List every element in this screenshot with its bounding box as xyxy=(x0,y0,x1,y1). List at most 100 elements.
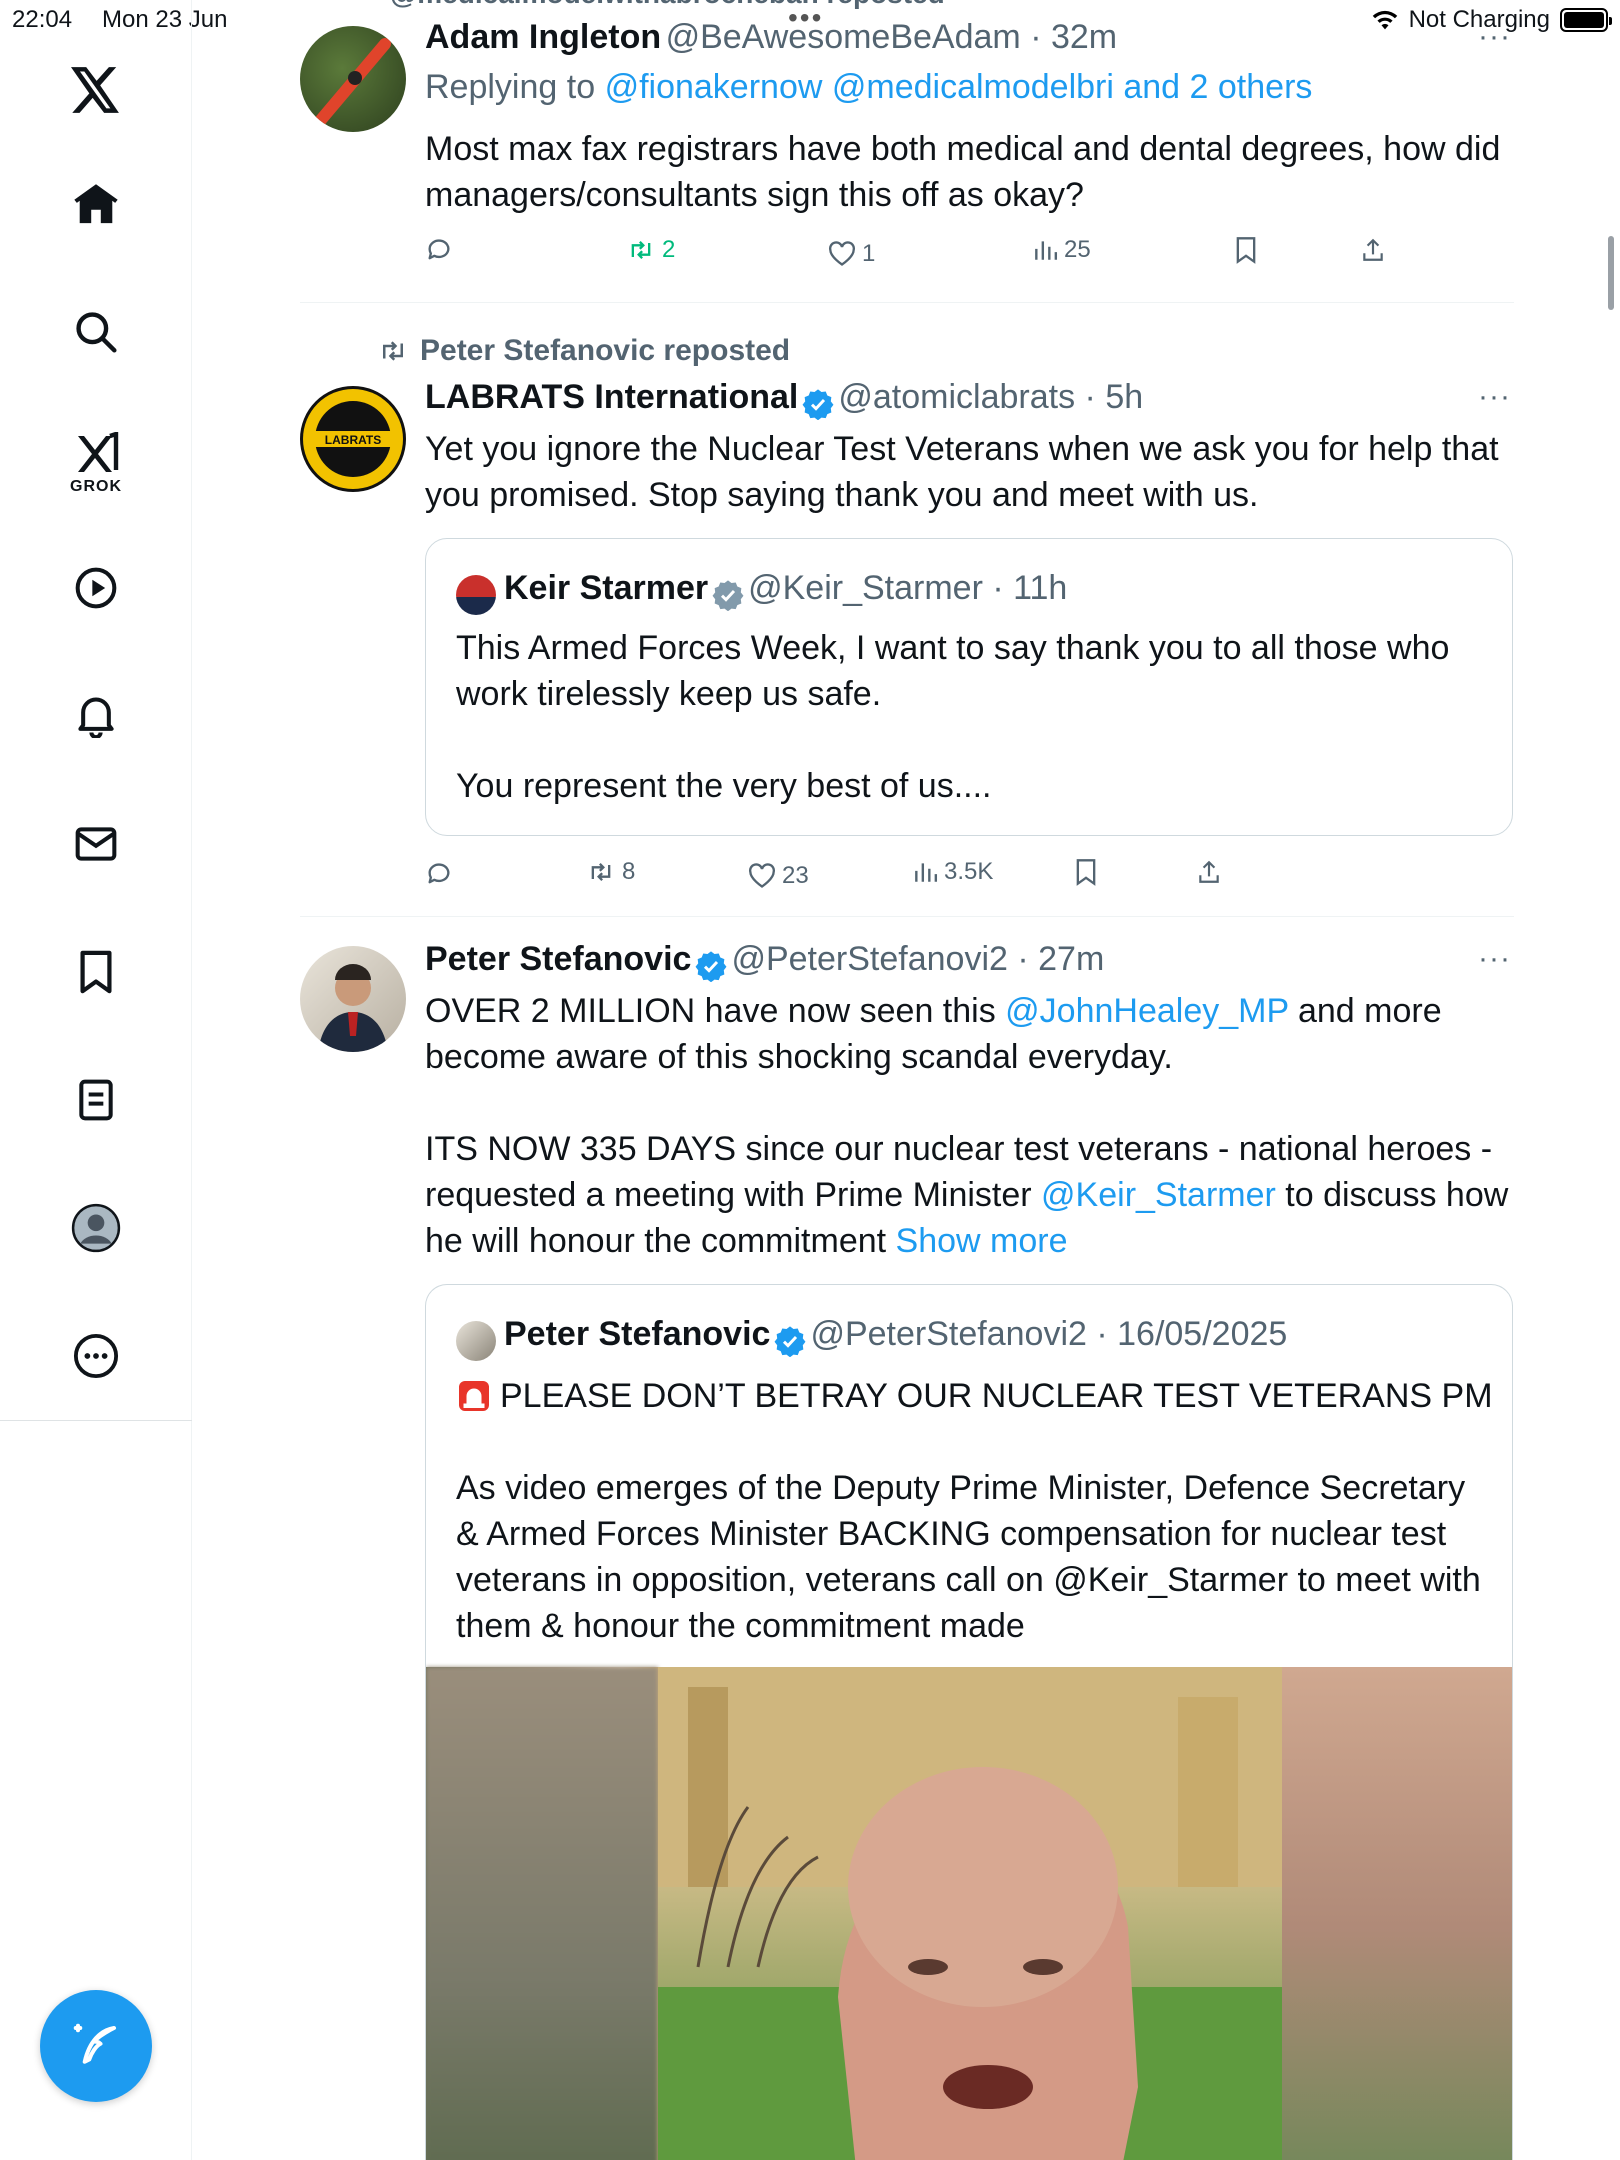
repost-label[interactable]: Peter Stefanovic reposted xyxy=(420,334,790,368)
show-more-link[interactable]: Show more xyxy=(896,1222,1068,1260)
compose-post-button[interactable] xyxy=(40,1990,152,2102)
view-count: 25 xyxy=(1064,236,1091,263)
video-frame xyxy=(658,1667,1282,2160)
tweet-header: Adam Ingleton @BeAwesomeBeAdam · 32m xyxy=(425,18,1117,57)
compose-feather-icon xyxy=(73,2023,117,2064)
quoted-tweet[interactable]: Keir Starmer @Keir_Starmer · 11h This Arm… xyxy=(425,538,1513,836)
mention-link[interactable]: @Keir_Starmer xyxy=(1041,1176,1276,1214)
avatar[interactable] xyxy=(300,946,406,1052)
text-segment: and more xyxy=(1288,992,1442,1030)
video-blur-right xyxy=(1282,1667,1512,2160)
tweet-header: Peter Stefanovic @PeterStefanovi2 · 27m xyxy=(425,940,1104,982)
tweet-text-line: he will honour the commitment Show more xyxy=(425,1218,1068,1264)
video-play-icon[interactable] xyxy=(66,558,126,618)
avatar-text: LABRATS xyxy=(325,433,381,447)
display-name[interactable]: Adam Ingleton xyxy=(425,18,661,56)
retweet-button[interactable]: 8 xyxy=(586,858,635,886)
notifications-bell-icon[interactable] xyxy=(66,686,126,746)
tweet-text-line: managers/consultants sign this off as ok… xyxy=(425,176,1084,214)
share-button[interactable] xyxy=(1196,858,1222,886)
display-name[interactable]: Peter Stefanovic xyxy=(425,940,691,978)
post-time[interactable]: 5h xyxy=(1105,378,1143,416)
like-count: 1 xyxy=(862,240,876,267)
more-options-icon[interactable] xyxy=(66,1326,126,1386)
tweet-text-line: OVER 2 MILLION have now seen this @JohnH… xyxy=(425,988,1442,1034)
quote-text-line: veterans in opposition, veterans call on… xyxy=(456,1561,1481,1599)
user-handle[interactable]: @atomiclabrats xyxy=(838,378,1075,416)
share-button[interactable] xyxy=(1360,236,1386,264)
display-name: Keir Starmer xyxy=(504,569,709,607)
verified-badge-icon xyxy=(695,951,727,982)
mention-link[interactable]: @JohnHealey_MP xyxy=(1005,992,1288,1030)
quoted-tweet[interactable]: Peter Stefanovic @PeterStefanovi2 · 16/05… xyxy=(425,1284,1513,2160)
retweet-icon xyxy=(383,341,403,361)
quote-header: Keir Starmer @Keir_Starmer · 11h xyxy=(456,569,1067,615)
home-icon[interactable] xyxy=(66,174,126,234)
tweet-text-line: Yet you ignore the Nuclear Test Veterans… xyxy=(425,430,1499,468)
user-handle: @Keir_Starmer xyxy=(748,569,983,607)
retweet-count: 8 xyxy=(622,858,636,885)
more-options-icon[interactable]: ··· xyxy=(1478,942,1511,976)
dot-separator: · xyxy=(1075,378,1106,416)
retweet-button[interactable]: 2 xyxy=(626,236,675,264)
user-handle: @PeterStefanovi2 xyxy=(810,1315,1087,1353)
reply-button[interactable] xyxy=(425,860,453,888)
reply-button[interactable] xyxy=(425,236,453,264)
quote-text-line: work tirelessly keep us safe. xyxy=(456,675,882,713)
dot-separator: · xyxy=(1086,1315,1118,1353)
video-thumbnail[interactable] xyxy=(426,1667,1512,2160)
post-time[interactable]: 32m xyxy=(1051,18,1117,56)
lists-icon[interactable] xyxy=(66,1070,126,1130)
user-handle[interactable]: @PeterStefanovi2 xyxy=(731,940,1007,978)
repost-context: Peter Stefanovic reposted xyxy=(376,334,790,368)
siren-emoji-icon xyxy=(459,1381,489,1411)
verified-badge-icon xyxy=(802,389,834,420)
quote-headline: PLEASE DON’T BETRAY OUR NUCLEAR TEST VET… xyxy=(456,1373,1493,1419)
dot-separator: · xyxy=(982,569,1014,607)
analytics-bars-icon xyxy=(1035,241,1058,260)
tweet-text-line: become aware of this shocking scandal ev… xyxy=(425,1038,1173,1076)
share-icon xyxy=(1199,860,1219,883)
search-icon[interactable] xyxy=(66,302,126,362)
tweet-text-line: requested a meeting with Prime Minister … xyxy=(425,1172,1508,1218)
more-options-icon[interactable]: ··· xyxy=(1478,20,1511,54)
video-blur-left xyxy=(426,1667,658,2160)
more-options-icon[interactable]: ··· xyxy=(1478,380,1511,414)
scrollbar-thumb[interactable] xyxy=(1608,236,1614,310)
heart-icon xyxy=(749,863,775,888)
quote-text-line: them & honour the commitment made xyxy=(456,1607,1025,1645)
analytics-bars-icon xyxy=(915,863,938,882)
grok-icon[interactable] xyxy=(66,424,126,484)
bookmark-button[interactable] xyxy=(1074,858,1098,886)
post-time[interactable]: 27m xyxy=(1038,940,1104,978)
bookmarks-icon[interactable] xyxy=(66,942,126,1002)
like-count: 23 xyxy=(782,862,809,889)
reply-icon xyxy=(428,239,450,260)
display-name[interactable]: LABRATS International xyxy=(425,378,798,416)
bookmark-button[interactable] xyxy=(1234,236,1258,264)
post-time: 11h xyxy=(1013,569,1068,607)
like-button[interactable]: 23 xyxy=(748,862,809,890)
wifi-icon xyxy=(1372,10,1397,30)
video-still xyxy=(658,1667,1282,2160)
views-button[interactable]: 25 xyxy=(1032,236,1091,264)
share-icon xyxy=(1363,238,1383,261)
replying-to: Replying to @fionakernow @medicalmodelbr… xyxy=(425,68,1312,107)
like-button[interactable]: 1 xyxy=(828,240,875,268)
messages-envelope-icon[interactable] xyxy=(66,814,126,874)
avatar xyxy=(456,574,496,615)
quote-text-line: As video emerges of the Deputy Prime Min… xyxy=(456,1469,1466,1507)
profile-avatar-icon[interactable] xyxy=(66,1198,126,1258)
views-button[interactable]: 3.5K xyxy=(912,858,993,886)
view-count: 3.5K xyxy=(944,858,994,885)
avatar[interactable]: LABRATS xyxy=(300,386,406,492)
bookmark-icon xyxy=(1236,237,1256,264)
retweet-count: 2 xyxy=(662,236,676,263)
avatar[interactable] xyxy=(300,26,406,132)
x-logo-icon[interactable] xyxy=(66,60,126,120)
text-segment: he will honour the commitment xyxy=(425,1222,896,1260)
replying-targets-link[interactable]: @fionakernow @medicalmodelbri and 2 othe… xyxy=(605,68,1313,106)
user-handle[interactable]: @BeAwesomeBeAdam xyxy=(666,18,1021,56)
tweet-divider xyxy=(300,916,1514,917)
partial-repost-label: @medicalmodelwithabrocheban reposted xyxy=(390,0,945,10)
